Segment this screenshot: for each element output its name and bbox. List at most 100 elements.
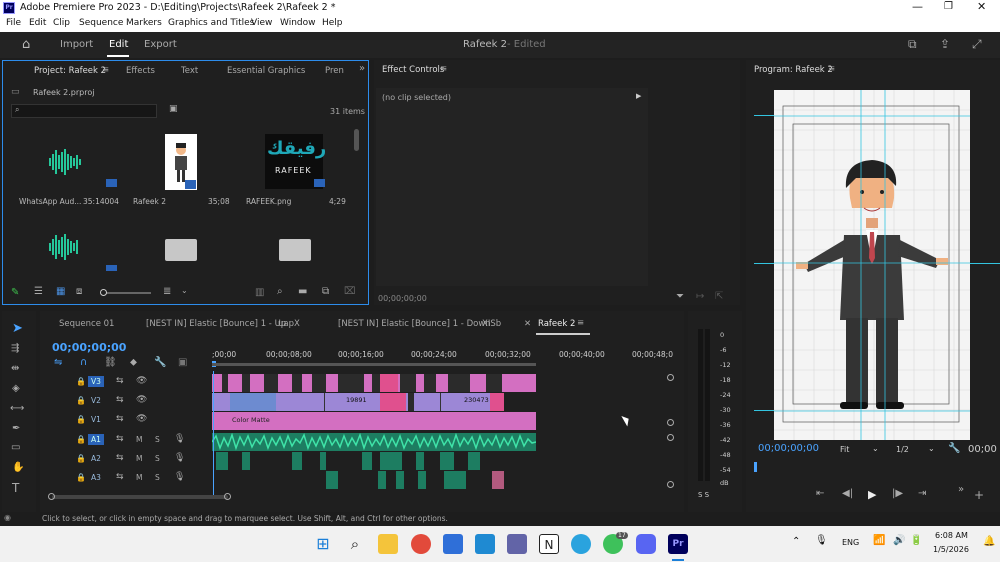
sync-lock-icon[interactable]: ⇆ — [116, 395, 124, 405]
new-item-icon[interactable]: ⧉ — [322, 286, 329, 297]
fullscreen-icon[interactable]: ⤢ — [972, 37, 982, 52]
icon-view-icon[interactable]: ▦ — [56, 286, 65, 297]
audio-thumbnail-2[interactable] — [35, 221, 93, 269]
lock-icon[interactable]: 🔒 — [76, 415, 86, 424]
hand-tool-icon[interactable]: ✋ — [12, 462, 24, 473]
linked-selection-icon[interactable]: ⛓ — [104, 357, 117, 368]
share-icon[interactable]: ⇪ — [940, 37, 950, 51]
minimize-button[interactable]: — — [912, 0, 923, 13]
wrench-icon[interactable]: 🔧 — [948, 443, 960, 454]
sync-lock-icon[interactable]: ⇆ — [116, 472, 124, 482]
audio-clip[interactable] — [362, 452, 372, 470]
zoom-slider-handle[interactable] — [100, 289, 107, 296]
step-forward-icon[interactable]: |▶ — [892, 488, 903, 499]
program-timecode[interactable]: 00;00;00;00 — [758, 443, 819, 454]
menu-window[interactable]: Window — [280, 18, 316, 28]
pencil-icon[interactable]: ✎ — [11, 287, 19, 298]
panel-menu-icon[interactable]: ≡ — [102, 65, 109, 75]
sync-lock-icon[interactable]: ⇆ — [116, 414, 124, 424]
step-forward-marker-icon[interactable]: ⇥ — [918, 488, 926, 499]
sort-icon[interactable]: ≣ — [163, 286, 171, 297]
more-tabs-icon[interactable]: » — [359, 63, 365, 74]
mute-button[interactable]: M — [136, 454, 142, 463]
tab-nest-down[interactable]: [NEST IN] Elastic [Bounce] 1 - Down — [338, 319, 491, 329]
home-icon[interactable]: ⌂ — [22, 37, 30, 52]
store-icon[interactable] — [443, 534, 463, 554]
solo-buttons[interactable]: S S — [698, 491, 709, 499]
go-in-icon[interactable]: ↦ — [696, 291, 704, 302]
menu-edit[interactable]: Edit — [29, 18, 46, 28]
step-back-marker-icon[interactable]: ⇤ — [816, 488, 824, 499]
audio-clip[interactable] — [396, 471, 404, 489]
lock-icon[interactable]: 🔒 — [76, 454, 86, 463]
chrome-icon[interactable] — [411, 534, 431, 554]
ripple-edit-icon[interactable]: ⇹ — [11, 363, 19, 374]
audio-clip[interactable] — [242, 452, 250, 470]
close-window-button[interactable]: ✕ — [977, 0, 986, 13]
tab-sequence-01[interactable]: Sequence 01 — [59, 319, 114, 329]
menu-view[interactable]: View — [251, 18, 272, 28]
tab-xisb[interactable]: XISb — [482, 319, 501, 329]
nest-icon[interactable]: ⇋ — [54, 357, 62, 368]
chevron-up-icon[interactable]: ⌃ — [792, 536, 800, 547]
audio-clip[interactable] — [320, 452, 326, 470]
track-label-a1[interactable]: A1 — [88, 434, 104, 445]
clip[interactable] — [424, 374, 436, 392]
tab-rafeek-2[interactable]: Rafeek 2 — [538, 319, 575, 329]
clip[interactable] — [490, 393, 504, 411]
panel-menu-icon[interactable]: ≡ — [440, 64, 447, 74]
track-label-v3[interactable]: V3 — [88, 376, 104, 387]
volume-icon[interactable]: 🔊 — [893, 535, 905, 546]
video-preview[interactable] — [774, 90, 970, 440]
mic-icon[interactable]: 🎙 — [174, 472, 185, 482]
tab-effects[interactable]: Effects — [126, 66, 155, 76]
track-label-v2[interactable]: V2 — [88, 395, 104, 406]
quality-select[interactable]: 1/2 — [896, 445, 909, 454]
vscode-icon[interactable] — [475, 534, 495, 554]
import-tab[interactable]: Import — [60, 39, 93, 50]
new-search-bin-icon[interactable]: ▣ — [169, 104, 178, 114]
clip[interactable] — [408, 393, 414, 411]
discord-icon[interactable] — [636, 534, 656, 554]
audio-clip[interactable] — [492, 471, 504, 489]
time-ruler[interactable]: ;00;00 00;00;08;00 00;00;16;00 00;00;24;… — [212, 347, 673, 367]
clip[interactable] — [380, 393, 406, 411]
new-bin-icon[interactable]: ▬ — [298, 286, 307, 297]
solo-button[interactable]: S — [155, 473, 160, 482]
track-select-icon[interactable]: ⇶ — [11, 343, 19, 354]
folder-icon[interactable] — [279, 239, 311, 261]
audio-clip[interactable] — [418, 471, 426, 489]
wrench-icon[interactable]: 🔧 — [154, 357, 166, 368]
windows-start-icon[interactable]: ⊞ — [313, 534, 333, 554]
audio-clip[interactable] — [416, 452, 424, 470]
file-explorer-icon[interactable] — [378, 534, 398, 554]
track-scroll-handle[interactable] — [667, 434, 674, 441]
razor-tool-icon[interactable]: ◈ — [12, 383, 20, 394]
freeform-view-icon[interactable]: ⧈ — [76, 286, 82, 297]
eye-icon[interactable]: 👁 — [136, 376, 147, 386]
type-tool-icon[interactable]: T — [12, 481, 19, 495]
scroll-handle-right[interactable] — [224, 493, 231, 500]
track-label-a3[interactable]: A3 — [88, 472, 104, 483]
audio-clip[interactable] — [216, 452, 228, 470]
selection-tool-icon[interactable]: ➤ — [12, 321, 23, 336]
clip[interactable] — [222, 374, 228, 392]
eye-icon[interactable]: 👁 — [136, 414, 147, 424]
rectangle-tool-icon[interactable]: ▭ — [11, 442, 20, 453]
audio-clip-a1[interactable] — [211, 432, 537, 451]
mic-icon[interactable]: 🎙 — [174, 453, 185, 463]
clip[interactable] — [448, 374, 470, 392]
clip[interactable] — [230, 393, 276, 411]
clock-time[interactable]: 6:08 AM — [935, 531, 968, 540]
list-view-icon[interactable]: ☰ — [34, 286, 43, 297]
menu-help[interactable]: Help — [322, 18, 343, 28]
clip[interactable] — [312, 374, 326, 392]
audio-clip[interactable] — [292, 452, 302, 470]
tab-effect-controls[interactable]: Effect Controls — [382, 65, 444, 75]
lock-icon[interactable]: 🔒 — [76, 473, 86, 482]
export-tab[interactable]: Export — [144, 39, 177, 50]
sync-lock-icon[interactable]: ⇆ — [116, 434, 124, 444]
search-icon[interactable]: ⌕ — [345, 534, 365, 554]
fit-select[interactable]: Fit — [840, 445, 849, 454]
workspaces-icon[interactable]: ⧉ — [908, 37, 917, 52]
